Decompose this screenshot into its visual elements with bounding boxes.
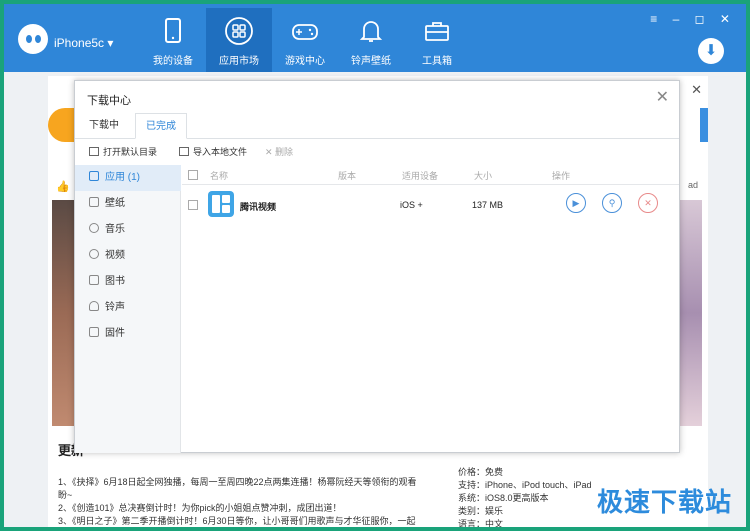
install-play-icon[interactable]: ▶: [566, 193, 586, 213]
thumbs-up-icon: 👍: [56, 181, 70, 193]
nav-app-market[interactable]: 应用市场: [206, 8, 272, 72]
button-label: 删除: [275, 147, 294, 157]
nav-label: 铃声壁纸: [351, 56, 391, 67]
delete-x-icon: ✕: [265, 147, 276, 157]
promo-image-right: [680, 200, 702, 426]
search-icon[interactable]: ⚲: [602, 193, 622, 213]
apps-grid-icon: [225, 17, 253, 45]
select-all-checkbox[interactable]: [188, 170, 198, 180]
button-label: 导入本地文件: [193, 147, 248, 157]
play-circle-icon: [89, 249, 99, 259]
info-line: 支持：iPhone、iPod touch、iPad: [458, 480, 592, 490]
plus-box-icon: [179, 147, 189, 156]
table-row[interactable]: 腾讯视频 iOS + 137 MB ▶ ⚲ ✕: [182, 187, 679, 223]
tab-completed[interactable]: 已完成: [135, 113, 187, 139]
gamepad-icon: [292, 24, 318, 40]
delete-button[interactable]: ✕ 删除: [265, 145, 293, 158]
dialog-toolbar: 打开默认目录 导入本地文件 ✕ 删除: [75, 139, 679, 165]
download-center-dialog: 下载中心 ✕ 下载中 已完成 打开默认目录 导入本地文件 ✕ 删除 应用 (1)…: [74, 80, 680, 453]
sidebar-item-label: 铃声: [105, 302, 125, 313]
category-sidebar: 应用 (1) 壁纸 音乐 视频 图书 铃声 固件: [75, 165, 181, 453]
sidebar-item-label: 视频: [105, 250, 125, 261]
nav-ringtone-wallpaper[interactable]: 铃声壁纸: [338, 8, 404, 72]
apps-grid-icon: [89, 171, 99, 181]
sidebar-item-apps[interactable]: 应用 (1): [75, 165, 181, 191]
remove-x-icon[interactable]: ✕: [638, 193, 658, 213]
ad-label: ad: [687, 180, 698, 190]
sidebar-item-books[interactable]: 图书: [75, 269, 181, 295]
sidebar-item-firmware[interactable]: 固件: [75, 321, 181, 347]
dialog-tabs: 下载中 已完成: [75, 113, 679, 139]
open-default-dir-button[interactable]: 打开默认目录: [89, 145, 157, 158]
close-icon[interactable]: ✕: [691, 82, 702, 98]
sidebar-item-video[interactable]: 视频: [75, 243, 181, 269]
column-header[interactable]: 版本: [338, 169, 356, 182]
tab-downloading[interactable]: 下载中: [79, 113, 129, 139]
info-line: 语言：中文: [458, 519, 504, 527]
banner-right: [700, 108, 708, 142]
sidebar-item-label: 固件: [105, 328, 125, 339]
app-window: iPhone5c ▾ 我的设备 应用市场 游戏中心 铃声壁纸 工具箱 ≡ – ◻…: [4, 4, 746, 527]
box-icon: [89, 327, 99, 337]
book-icon: [89, 275, 99, 285]
top-nav-bar: iPhone5c ▾ 我的设备 应用市场 游戏中心 铃声壁纸 工具箱 ≡ – ◻…: [4, 4, 746, 72]
toolbox-icon: [425, 22, 449, 41]
nav-label: 我的设备: [153, 56, 193, 67]
device-selector[interactable]: iPhone5c ▾: [54, 36, 113, 50]
folder-icon: [89, 147, 99, 156]
news-item[interactable]: 3、《明日之子》第二季开播倒计时！6月30日等你，让小哥哥们用歌声与才华征服你，…: [58, 515, 418, 527]
nav-game-center[interactable]: 游戏中心: [272, 8, 338, 72]
info-line: 类别：娱乐: [458, 506, 504, 516]
sidebar-item-music[interactable]: 音乐: [75, 217, 181, 243]
import-local-file-button[interactable]: 导入本地文件: [179, 145, 247, 158]
info-line: 价格：免费: [458, 467, 504, 477]
dialog-title: 下载中心: [87, 95, 131, 107]
app-name: 腾讯视频: [240, 202, 277, 212]
nav-my-device[interactable]: 我的设备: [140, 8, 206, 72]
itools-logo-icon: [18, 24, 48, 54]
nav-toolbox[interactable]: 工具箱: [404, 8, 470, 72]
sidebar-item-wallpaper[interactable]: 壁纸: [75, 191, 181, 217]
tencent-video-app-icon: [208, 191, 234, 217]
nav-label: 工具箱: [422, 56, 452, 67]
bell-icon: [359, 21, 383, 42]
window-controls[interactable]: ≡ – ◻ ✕: [650, 12, 736, 26]
column-header[interactable]: 大小: [474, 169, 492, 182]
sidebar-item-label: 壁纸: [105, 198, 125, 209]
sidebar-item-label: 音乐: [105, 224, 125, 235]
tablet-icon: [165, 18, 181, 43]
music-disc-icon: [89, 223, 99, 233]
bell-icon: [89, 301, 99, 311]
app-info-panel: 价格：免费 支持：iPhone、iPod touch、iPad 系统：iOS8.…: [458, 466, 592, 527]
sidebar-item-ringtone[interactable]: 铃声: [75, 295, 181, 321]
nav-label: 游戏中心: [285, 56, 325, 67]
column-header[interactable]: 适用设备: [402, 169, 438, 182]
image-icon: [89, 197, 99, 207]
column-header[interactable]: 操作: [552, 169, 570, 182]
watermark-text: 极速下载站: [596, 487, 732, 517]
sidebar-item-label: 应用 (1): [105, 172, 140, 183]
nav-label: 应用市场: [219, 56, 259, 67]
news-list: 1、《抉择》6月18日起全网独播，每周一至周四晚22点两集连播！杨幂阮经天等领衔…: [58, 476, 418, 527]
row-checkbox[interactable]: [188, 200, 198, 210]
sidebar-item-label: 图书: [105, 276, 125, 287]
app-device: iOS +: [400, 200, 423, 210]
column-header[interactable]: 名称: [210, 169, 228, 182]
app-size: 137 MB: [472, 200, 504, 210]
download-list: 名称 版本 适用设备 大小 操作 腾讯视频 iOS + 137 MB ▶ ⚲ ✕: [182, 165, 679, 453]
close-icon[interactable]: ✕: [656, 87, 669, 107]
info-line: 系统：iOS8.0更高版本: [458, 493, 549, 503]
download-arrow-icon[interactable]: ⬇: [698, 38, 724, 64]
news-item[interactable]: 2、《创造101》总决赛倒计时！为你pick的小姐姐点赞冲刺，成团出道！: [58, 502, 418, 515]
list-header: 名称 版本 适用设备 大小 操作: [182, 165, 679, 185]
button-label: 打开默认目录: [103, 147, 158, 157]
news-item[interactable]: 1、《抉择》6月18日起全网独播，每周一至周四晚22点两集连播！杨幂阮经天等领衔…: [58, 476, 418, 502]
